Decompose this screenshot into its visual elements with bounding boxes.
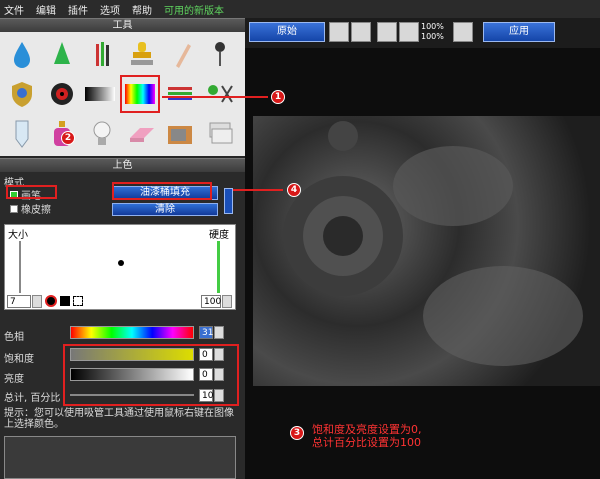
square-brush-icon[interactable]: [60, 296, 70, 306]
rose-photo: [253, 116, 600, 386]
brightness-label: 亮度: [4, 374, 24, 385]
preview-thumbnail: [4, 436, 236, 479]
pin-icon[interactable]: [204, 38, 236, 70]
undo-icon[interactable]: [329, 22, 349, 42]
redo-icon[interactable]: [351, 22, 371, 42]
zoom-top-value: 100%: [421, 22, 444, 31]
eraser-label: 橡皮擦: [21, 205, 51, 216]
highlight-sliders: [63, 344, 239, 406]
tv-noise-icon[interactable]: [164, 118, 196, 150]
tip-text: 提示：您可以使用吸管工具通过使用鼠标右键在图像上选择颜色。: [4, 408, 234, 430]
arrow-4-line: [233, 189, 283, 191]
finger-smudge-icon[interactable]: [166, 38, 198, 70]
hue-input[interactable]: 31: [199, 326, 213, 339]
selection-brush-icon[interactable]: [73, 296, 83, 306]
total-percent-label: 总计, 百分比: [4, 393, 61, 404]
text-layers-icon[interactable]: [204, 118, 236, 150]
highlight-colorize-tool: [120, 75, 160, 113]
eraser-icon[interactable]: [126, 118, 158, 150]
annotation-4: 4: [287, 183, 301, 197]
menu-bar: 文件 编辑 插件 选项 帮助 可用的新版本: [0, 0, 600, 18]
gradient-icon[interactable]: [84, 78, 116, 110]
zoom-readout: 100% 100%: [421, 22, 449, 42]
badge-icon[interactable]: [6, 78, 38, 110]
menu-help[interactable]: 帮助: [132, 2, 152, 17]
eraser-option[interactable]: 橡皮擦: [10, 201, 51, 216]
brush-preview-dot: [118, 260, 124, 266]
tube-icon[interactable]: [6, 118, 38, 150]
water-drop-icon[interactable]: [6, 38, 38, 70]
clear-button[interactable]: 清除: [112, 203, 218, 216]
tools-title: 工具: [0, 18, 245, 32]
colorize-panel: 上色 模式 画笔 橡皮擦 油漆桶填充 清除 大小 硬度 7 100 色相 31 …: [0, 158, 245, 479]
cone-icon[interactable]: [46, 38, 78, 70]
arrow-1-line: [162, 96, 268, 98]
original-button[interactable]: 原始: [249, 22, 325, 42]
zoom-in-icon[interactable]: [453, 22, 473, 42]
saturation-label: 饱和度: [4, 354, 34, 365]
stamp-icon[interactable]: [126, 38, 158, 70]
annotation-3: 3: [290, 426, 304, 440]
apply-button[interactable]: 应用: [483, 22, 555, 42]
size-spinner[interactable]: [32, 295, 42, 308]
annotation-2: 2: [61, 131, 75, 145]
hue-label: 色相: [4, 332, 24, 343]
zoom-bottom-value: 100%: [421, 32, 444, 41]
menu-new-version[interactable]: 可用的新版本: [164, 2, 224, 17]
menu-edit[interactable]: 编辑: [36, 2, 56, 17]
round-brush-icon[interactable]: [45, 295, 57, 307]
main-area: 原始 100% 100% 应用: [245, 18, 600, 479]
bulb-icon[interactable]: [86, 118, 118, 150]
clone-scissors-icon[interactable]: [204, 78, 236, 110]
hue-slider[interactable]: [70, 326, 194, 339]
brushes-icon[interactable]: [86, 38, 118, 70]
hardness-slider-track[interactable]: [217, 241, 220, 293]
colorize-title: 上色: [0, 158, 245, 172]
info-toggle[interactable]: [224, 188, 233, 214]
size-label: 大小: [8, 230, 28, 241]
magnet-icon[interactable]: [399, 22, 419, 42]
menu-file[interactable]: 文件: [4, 2, 24, 17]
note-line-1: 饱和度及亮度设置为0,: [312, 423, 422, 436]
hue-spinner[interactable]: [214, 326, 224, 339]
size-slider-track[interactable]: [19, 241, 21, 293]
hardness-input[interactable]: 100: [201, 295, 221, 308]
brush-size-area: 大小 硬度 7 100: [4, 224, 236, 310]
hardness-label: 硬度: [209, 230, 229, 241]
top-toolbar: 原始 100% 100% 应用: [245, 18, 600, 48]
highlight-brush: [6, 185, 57, 199]
annotation-1: 1: [271, 90, 285, 104]
eraser-radio[interactable]: [10, 204, 18, 213]
zoom-out-icon[interactable]: [377, 22, 397, 42]
size-input[interactable]: 7: [7, 295, 31, 308]
pencils-icon[interactable]: [164, 78, 196, 110]
note-line-2: 总计百分比设置为100: [312, 436, 421, 449]
hardness-spinner[interactable]: [222, 295, 232, 308]
red-eye-icon[interactable]: [46, 78, 78, 110]
menu-plugin[interactable]: 插件: [68, 2, 88, 17]
highlight-fill-button: [112, 182, 212, 200]
menu-options[interactable]: 选项: [100, 2, 120, 17]
rose-illustration: [283, 121, 583, 366]
